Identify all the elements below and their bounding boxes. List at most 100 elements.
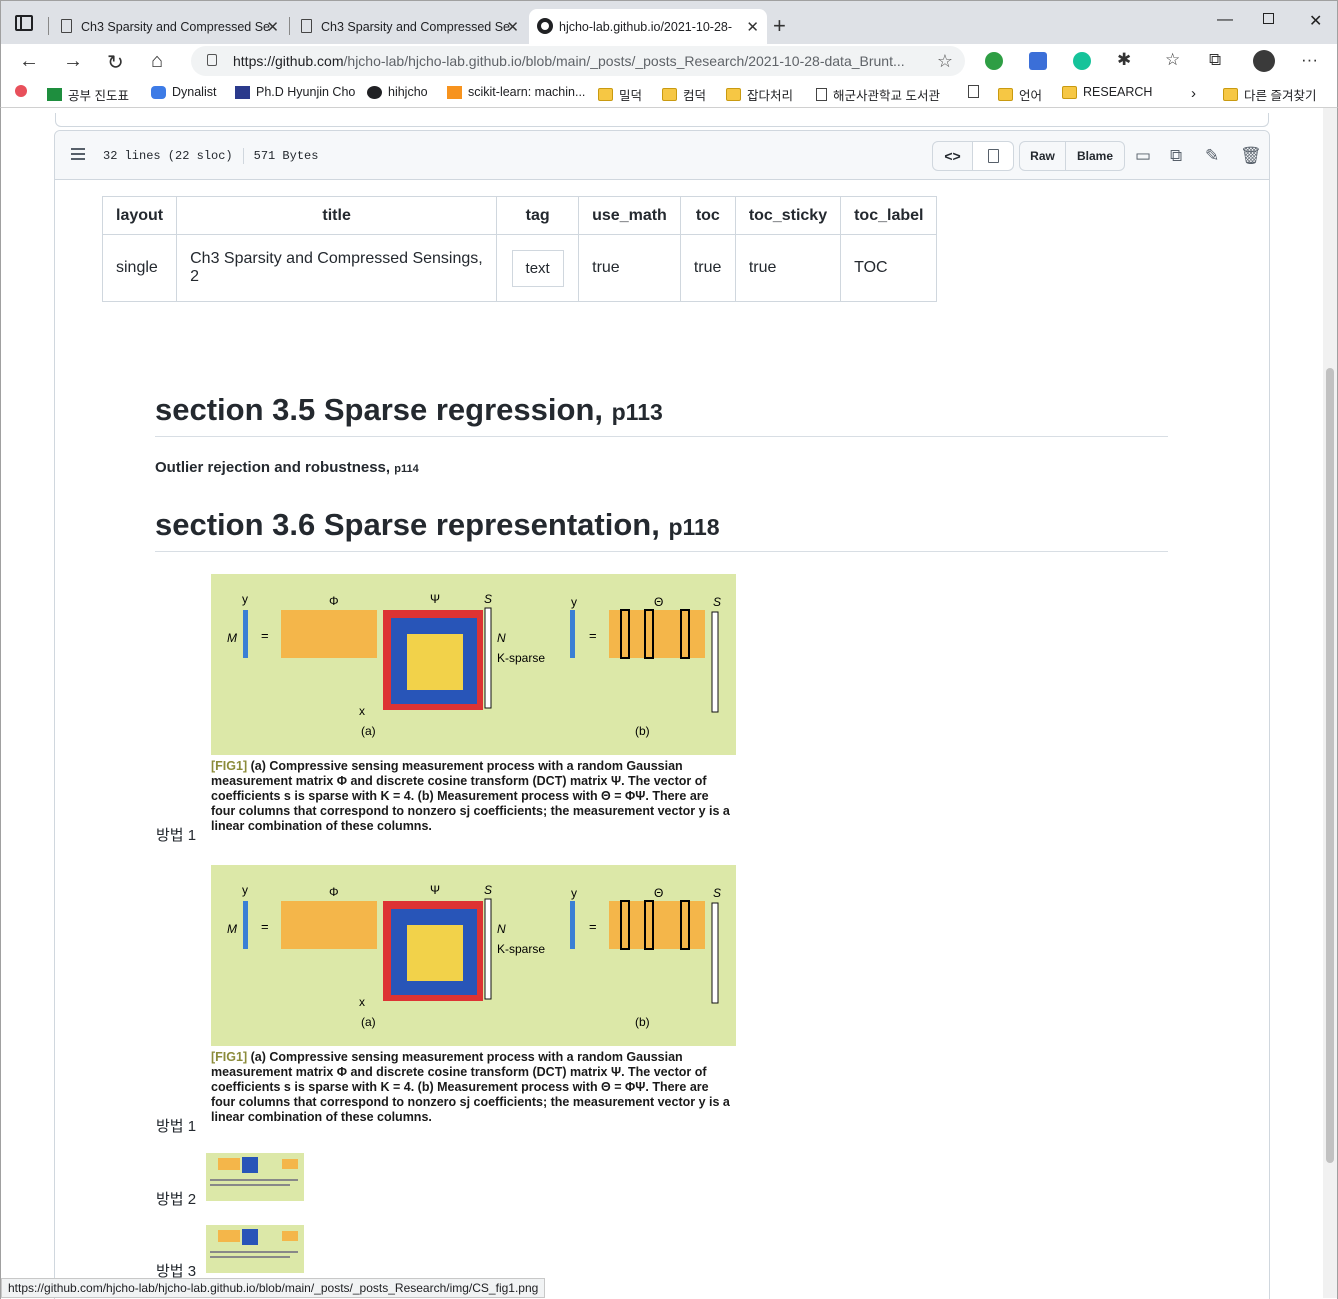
bookmark-label: 컴덕 <box>683 89 707 103</box>
trash-icon[interactable]: 🗑 <box>1240 146 1262 166</box>
back-icon[interactable]: ← <box>19 50 39 73</box>
tab-actions-icon[interactable] <box>15 15 33 31</box>
cs-figure-drawing: y Φ Ψ S M = N K-sparse x (a) y = Θ S (b) <box>227 883 721 1029</box>
table-cell: true <box>679 234 736 302</box>
collections-icon[interactable]: ⧉ <box>1209 50 1221 70</box>
favorites-icon[interactable]: ☆ <box>1165 50 1180 70</box>
close-icon[interactable]: ✕ <box>506 18 519 36</box>
fig-label-a: (a) <box>361 1015 376 1029</box>
profile-avatar[interactable] <box>1253 50 1275 72</box>
tab-separator <box>289 17 290 35</box>
figure-caption: [FIG1] (a) Compressive sensing measureme… <box>211 759 736 834</box>
figure-caption: [FIG1] (a) Compressive sensing measureme… <box>211 1050 736 1125</box>
maximize-icon[interactable] <box>1263 13 1274 24</box>
tab-2[interactable]: Ch3 Sparsity and Compressed Se ✕ <box>291 9 527 45</box>
home-icon[interactable]: ⌂ <box>151 50 163 73</box>
figure-thumbnail[interactable] <box>206 1153 304 1201</box>
desktop-icon[interactable]: ▭ <box>1135 146 1151 166</box>
bookmark-item[interactable]: 해군사관학교 도서관 <box>816 85 940 104</box>
tab-3-active[interactable]: hjcho-lab.github.io/2021-10-28- ✕ <box>529 9 767 45</box>
bookmark-document-icon[interactable] <box>968 85 985 98</box>
sklearn-icon <box>447 85 462 99</box>
window-close-icon[interactable]: ✕ <box>1309 11 1322 31</box>
figure-image-link[interactable]: y Φ Ψ S M = N K-sparse x (a) y = Θ S (b)… <box>211 865 736 1125</box>
evernote-extension-icon[interactable] <box>985 52 1003 70</box>
table-header: tag <box>496 196 580 235</box>
bookmark-apps-icon[interactable] <box>15 85 33 97</box>
bookmark-folder[interactable]: 컴덕 <box>662 85 706 104</box>
cs-figure: y Φ Ψ S M = N K-sparse x (a) y = Θ S (b) <box>211 865 736 1046</box>
tab-title: hjcho-lab.github.io/2021-10-28- <box>559 20 733 34</box>
bookmark-label: 공부 진도표 <box>68 89 129 103</box>
url-field[interactable]: https://github.com/hjcho-lab/hjcho-lab.g… <box>191 46 965 76</box>
figure-image-link[interactable]: y Φ Ψ S M = N K-sparse x (a) y = Θ S (b)… <box>211 574 736 834</box>
vertical-scrollbar[interactable] <box>1323 108 1337 1298</box>
cs-figure: y Φ Ψ S M = N K-sparse x (a) y = Θ S (b) <box>211 574 736 755</box>
scrollbar-thumb[interactable] <box>1326 368 1334 1163</box>
fig-label-m: M <box>227 631 237 645</box>
forward-icon[interactable]: → <box>63 50 83 73</box>
fig-label-n: N <box>497 922 506 936</box>
figure-thumbnail[interactable] <box>206 1225 304 1273</box>
copy-icon[interactable]: ⧉ <box>1170 146 1182 166</box>
previous-box-border <box>55 113 1269 127</box>
fig-equals: = <box>589 919 597 934</box>
favorite-star-icon[interactable]: ☆ <box>937 46 953 76</box>
bookmark-label: scikit-learn: machin... <box>468 85 586 99</box>
caption-tag: [FIG1] <box>211 1050 248 1064</box>
bookmark-folder[interactable]: 언어 <box>998 85 1042 104</box>
new-tab-icon[interactable]: + <box>773 13 786 39</box>
lock-icon[interactable] <box>207 54 217 66</box>
bookmark-label: 밀덕 <box>619 89 643 103</box>
method-label-1: 방법 1 <box>156 827 197 844</box>
fig-label-phi: Φ <box>329 885 339 899</box>
close-icon[interactable]: ✕ <box>266 18 279 36</box>
heading-page: p113 <box>611 399 663 425</box>
table-header: toc_sticky <box>734 196 842 235</box>
grammarly-icon[interactable] <box>1073 52 1091 70</box>
close-icon[interactable]: ✕ <box>746 18 759 36</box>
minimize-icon[interactable]: — <box>1217 11 1233 29</box>
table-cell: Ch3 Sparsity and Compressed Sensings, 2 <box>176 234 498 302</box>
more-icon[interactable]: ··· <box>1301 50 1318 70</box>
extension-icon[interactable] <box>1029 52 1047 70</box>
method-label-2: 방법 2 <box>156 1191 197 1208</box>
github-page: 32 lines (22 sloc) 571 Bytes <> Raw Blame… <box>0 108 1338 1299</box>
blame-button[interactable]: Blame <box>1066 142 1124 170</box>
bookmark-item[interactable]: 공부 진도표 <box>47 85 129 104</box>
chevron-right-icon[interactable]: › <box>1191 85 1196 102</box>
subheading: Outlier rejection and robustness, p114 <box>155 459 419 476</box>
status-bar-url: https://github.com/hjcho-lab/hjcho-lab.g… <box>1 1278 546 1298</box>
bookmark-item[interactable]: hihjcho <box>367 85 428 99</box>
tab-title: Ch3 Sparsity and Compressed Se <box>321 20 510 34</box>
preview-file-icon[interactable] <box>973 142 1013 170</box>
fig-equals: = <box>589 628 597 643</box>
bookmark-item[interactable]: Ph.D Hyunjin Cho <box>235 85 355 99</box>
table-cell: text <box>496 234 580 302</box>
cs-figure-drawing: y Φ Ψ S M = N K-sparse x (a) y = Θ S (b) <box>227 592 721 738</box>
fig-equals: = <box>261 628 269 643</box>
heading-text: section 3.6 Sparse representation, <box>155 507 660 542</box>
folder-icon <box>662 88 677 101</box>
table-header: toc <box>679 196 736 235</box>
extensions-puzzle-icon[interactable]: ✱ <box>1117 50 1131 70</box>
section-heading-3-6: section 3.6 Sparse representation, p118 <box>155 507 1168 552</box>
reload-icon[interactable]: ↻ <box>107 50 124 75</box>
other-bookmarks-folder[interactable]: 다른 즐겨찾기 <box>1223 85 1316 104</box>
fig-label-b: (b) <box>635 724 650 738</box>
bookmark-item[interactable]: scikit-learn: machin... <box>447 85 585 99</box>
bookmark-folder[interactable]: 잡다처리 <box>726 85 793 104</box>
raw-button[interactable]: Raw <box>1020 142 1066 170</box>
edit-pencil-icon[interactable]: ✎ <box>1205 146 1219 166</box>
outline-list-icon[interactable] <box>71 148 85 160</box>
bookmark-folder[interactable]: RESEARCH <box>1062 85 1152 99</box>
folder-icon <box>1223 88 1238 101</box>
subheading-page: p114 <box>394 463 419 475</box>
code-view-icon[interactable]: <> <box>933 142 973 170</box>
bookmark-item[interactable]: Dynalist <box>151 85 216 99</box>
bookmark-label: 해군사관학교 도서관 <box>833 89 940 103</box>
bookmark-folder[interactable]: 밀덕 <box>598 85 642 104</box>
file-info: 32 lines (22 sloc) 571 Bytes <box>103 148 318 164</box>
tab-1[interactable]: Ch3 Sparsity and Compressed Se ✕ <box>51 9 287 45</box>
fig-label-n: N <box>497 631 506 645</box>
